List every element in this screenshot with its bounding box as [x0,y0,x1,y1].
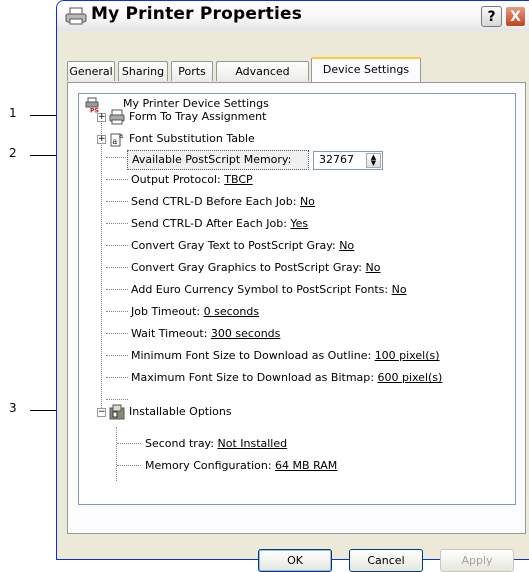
setting-gray-graphics[interactable]: Convert Gray Graphics to PostScript Gray… [131,259,381,277]
svg-text:a: a [119,132,123,140]
setting-value[interactable]: No [366,261,381,274]
setting-job-timeout[interactable]: Job Timeout: 0 seconds [131,303,259,321]
available-memory-label: Available PostScript Memory: [132,153,292,166]
options-folder-icon [109,404,125,420]
spin-arrows-icon[interactable]: ▲ ▼ [366,153,381,168]
title-bar[interactable]: My Printer Properties ? X [57,1,529,31]
setting-max-font-bitmap[interactable]: Maximum Font Size to Download as Bitmap:… [131,369,442,387]
tab-advanced[interactable]: Advanced [216,61,309,81]
available-memory-row[interactable]: Available PostScript Memory: [127,150,309,170]
tree-line [106,377,128,378]
tree-line [106,311,128,312]
tab-general[interactable]: General [67,61,115,81]
postscript-printer-icon: PS [85,97,99,113]
setting-value[interactable]: No [392,283,407,296]
tree-line [106,289,128,290]
device-settings-panel: PS My Printer Device Settings + Form To … [67,82,526,534]
option-memory-configuration[interactable]: Memory Configuration: 64 MB RAM [145,457,337,475]
svg-text:a: a [113,137,118,146]
setting-euro-symbol[interactable]: Add Euro Currency Symbol to PostScript F… [131,281,407,299]
setting-value[interactable]: No [339,239,354,252]
tree-line [106,245,128,246]
callout-3: 3 [9,401,17,415]
cancel-button[interactable]: Cancel [349,549,423,572]
setting-value[interactable]: No [300,195,315,208]
tree-line [117,443,141,444]
apply-button[interactable]: Apply [440,549,514,572]
tree-installable-options[interactable]: Installable Options [129,403,232,421]
tree-line [106,223,128,224]
tree-line [101,118,102,412]
setting-wait-timeout[interactable]: Wait Timeout: 300 seconds [131,325,280,343]
tab-sharing[interactable]: Sharing [118,61,168,81]
tree-line [106,157,128,158]
tree-line [106,399,128,400]
tree-font-substitution[interactable]: Font Substitution Table [129,130,255,148]
available-memory-value: 32767 [319,153,354,166]
option-second-tray[interactable]: Second tray: Not Installed [145,435,287,453]
tree-line [106,333,128,334]
setting-value[interactable]: 300 seconds [211,327,280,340]
setting-value[interactable]: 100 pixel(s) [375,349,440,362]
setting-output-protocol[interactable]: Output Protocol: TBCP [131,171,253,189]
collapse-installable-options-icon[interactable]: − [97,408,106,417]
setting-value[interactable]: 0 seconds [204,305,259,318]
callout-1: 1 [9,106,17,120]
font-table-icon: a a [110,132,123,147]
tree-form-to-tray[interactable]: Form To Tray Assignment [129,108,266,126]
tab-ports[interactable]: Ports [171,61,213,81]
setting-value[interactable]: 600 pixel(s) [377,371,442,384]
ok-button[interactable]: OK [258,549,332,572]
printer-icon [109,109,125,125]
option-value[interactable]: 64 MB RAM [275,459,337,472]
help-button[interactable]: ? [481,6,502,27]
window-title: My Printer Properties [91,4,303,24]
option-value[interactable]: Not Installed [217,437,287,450]
setting-gray-text[interactable]: Convert Gray Text to PostScript Gray: No [131,237,354,255]
expand-font-substitution-icon[interactable]: + [97,135,106,144]
callout-2: 2 [9,146,17,160]
available-memory-stepper[interactable]: 32767 ▲ ▼ [313,151,383,170]
setting-value[interactable]: TBCP [224,173,252,186]
setting-value[interactable]: Yes [290,217,308,230]
printer-icon [65,7,87,25]
setting-ctrl-d-after[interactable]: Send CTRL-D After Each Job: Yes [131,215,308,233]
tree-line [106,355,128,356]
tab-device-settings[interactable]: Device Settings [311,57,421,83]
tree-line [106,201,128,202]
tree-line [106,267,128,268]
setting-min-font-outline[interactable]: Minimum Font Size to Download as Outline… [131,347,440,365]
settings-tree[interactable]: PS My Printer Device Settings + Form To … [78,93,516,505]
tree-line [116,427,117,481]
expand-form-to-tray-icon[interactable]: + [97,113,106,122]
printer-properties-window: My Printer Properties ? X General Sharin… [56,0,529,572]
tree-line [106,179,128,180]
tree-line [117,465,141,466]
close-button[interactable]: X [505,6,526,27]
setting-ctrl-d-before[interactable]: Send CTRL-D Before Each Job: No [131,193,315,211]
